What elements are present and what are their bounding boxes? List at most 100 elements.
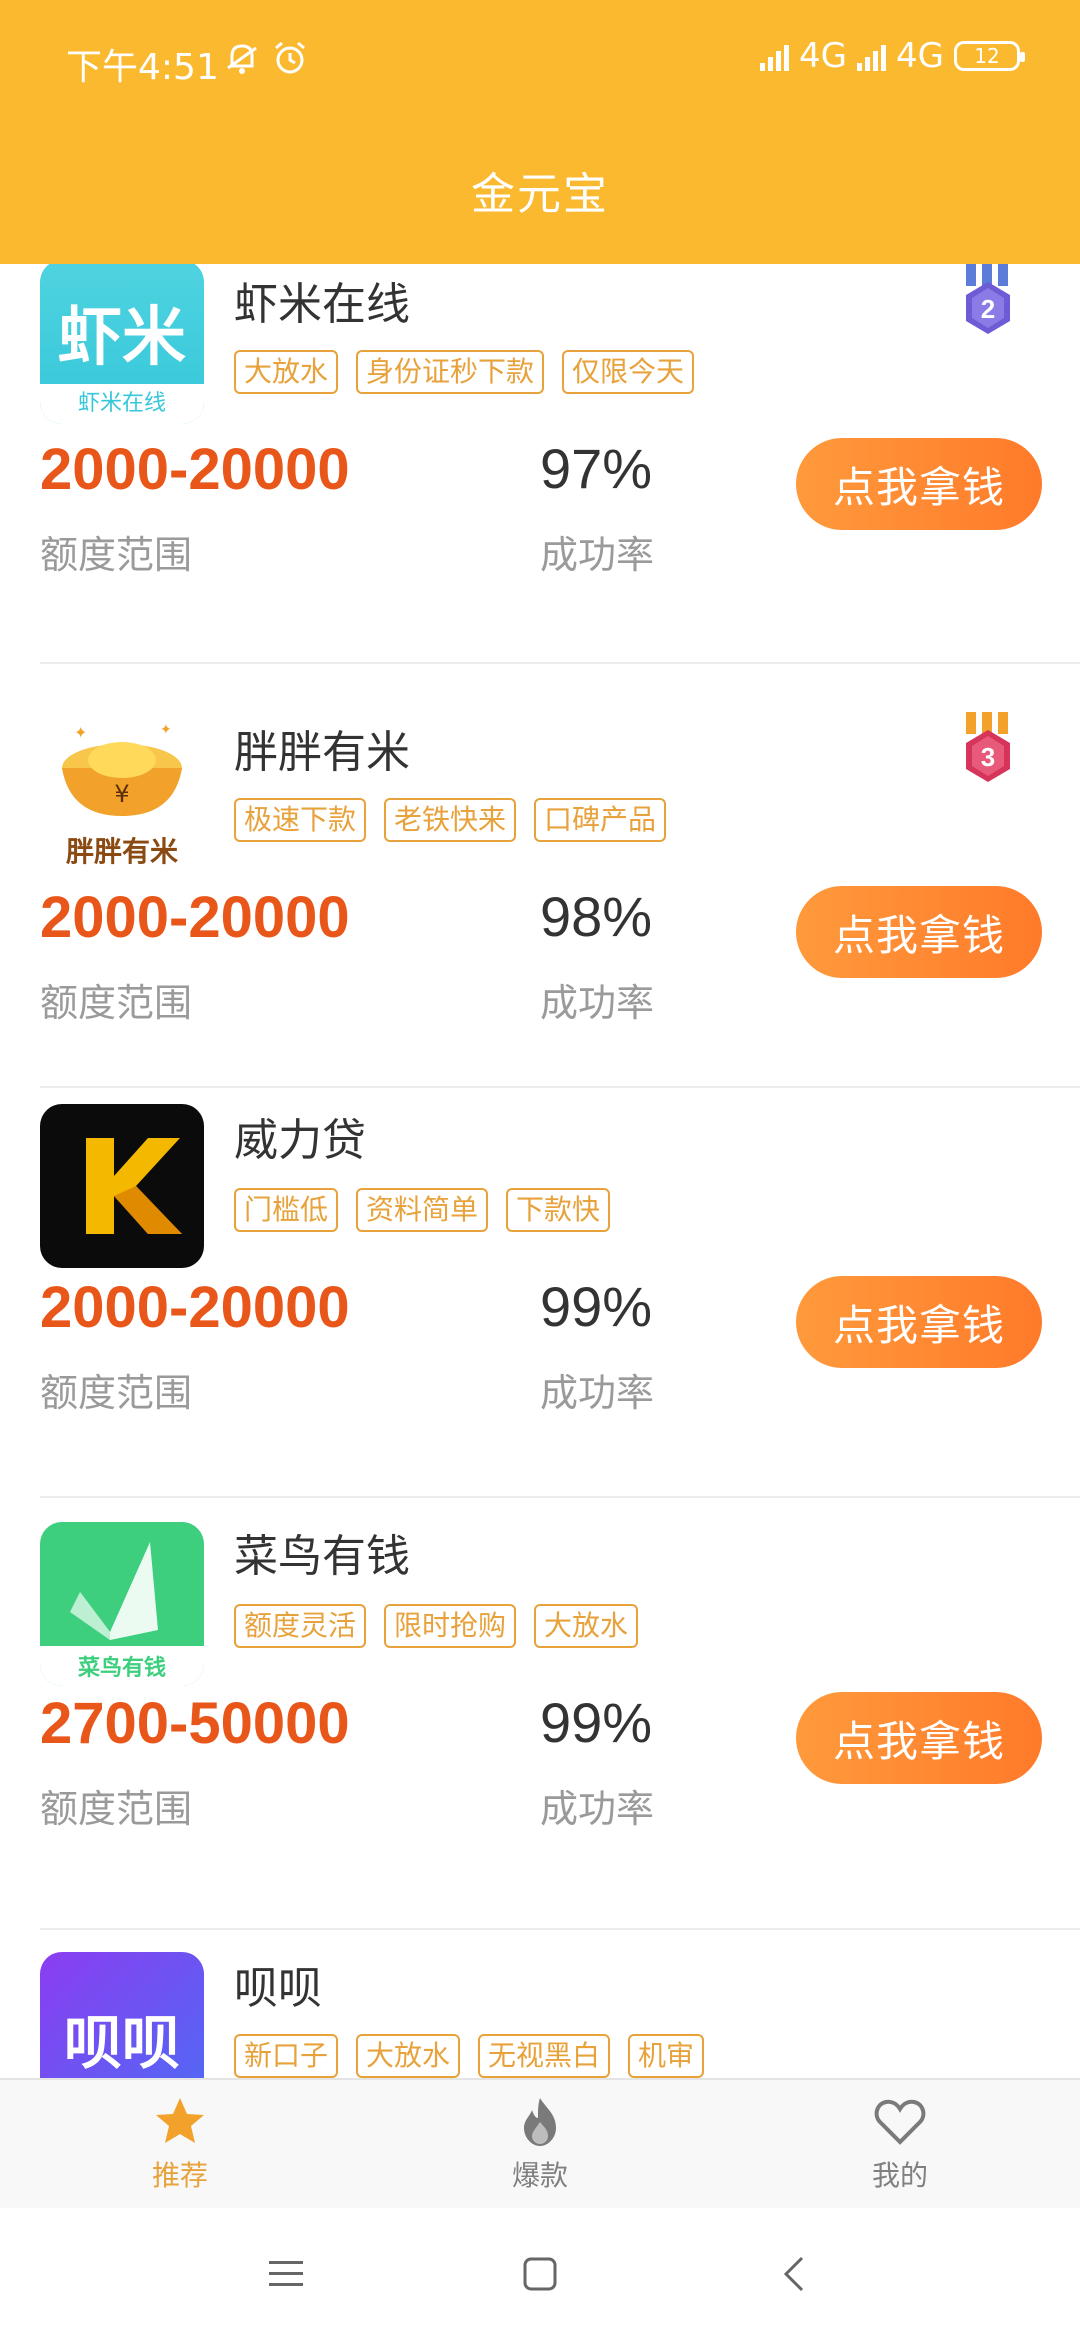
app-header: 下午4:51 4G 4G 12 金元宝 xyxy=(0,0,1080,264)
product-logo-weili xyxy=(40,1104,204,1268)
product-name: 胖胖有米 xyxy=(234,727,410,778)
product-logo-beibei: 呗呗 xyxy=(40,1952,204,2078)
product-tag: 限时抢购 xyxy=(384,1604,517,1648)
product-name: 菜鸟有钱 xyxy=(234,1531,410,1582)
product-logo-cainiao: 菜鸟有钱 xyxy=(40,1522,204,1686)
success-rate-label: 成功率 xyxy=(540,1371,655,1415)
fire-icon xyxy=(524,2098,556,2146)
network-label-1: 4G xyxy=(799,36,848,76)
tab-mine[interactable]: 我的 xyxy=(720,2080,1080,2208)
product-card[interactable]: 呗呗 呗呗 新口子 大放水 无视黑白 机审 xyxy=(0,1930,1080,2078)
product-tag: 口碑产品 xyxy=(534,798,667,842)
credit-range: 2000-20000 xyxy=(40,437,350,502)
svg-text:¥: ¥ xyxy=(114,780,129,808)
credit-range-label: 额度范围 xyxy=(40,533,193,577)
tab-label: 我的 xyxy=(871,2159,928,2192)
credit-range-label: 额度范围 xyxy=(40,1371,193,1415)
logo-text: 菜鸟有钱 xyxy=(77,1656,166,1681)
product-tag: 大放水 xyxy=(234,350,339,394)
page-title: 金元宝 xyxy=(471,169,609,220)
product-card[interactable]: 菜鸟有钱 菜鸟有钱 额度灵活 限时抢购 大放水 2700-50000 额度范围 … xyxy=(0,1498,1080,1930)
gold-ingot-icon: ¥ ✦ ✦ xyxy=(62,722,182,816)
menu-nav-button[interactable] xyxy=(264,2252,308,2296)
product-tag: 门槛低 xyxy=(234,1188,339,1232)
product-tag: 仅限今天 xyxy=(562,350,695,394)
tab-hot[interactable]: 爆款 xyxy=(360,2080,720,2208)
logo-text: 虾米 xyxy=(58,301,186,375)
alarm-icon xyxy=(275,41,305,74)
product-tag: 额度灵活 xyxy=(234,1604,367,1648)
home-square-icon xyxy=(523,2257,557,2291)
product-tag: 下款快 xyxy=(506,1188,611,1232)
k-logo-icon xyxy=(86,1138,182,1234)
credit-range: 2000-20000 xyxy=(40,1275,350,1340)
product-name: 虾米在线 xyxy=(234,279,410,330)
product-name: 威力贷 xyxy=(234,1115,366,1166)
product-tags: 极速下款 老铁快来 口碑产品 xyxy=(234,798,667,842)
tab-label: 爆款 xyxy=(511,2159,568,2192)
success-rate: 99% xyxy=(540,1691,653,1754)
success-rate-label: 成功率 xyxy=(540,1787,655,1831)
credit-range-label: 额度范围 xyxy=(40,1787,193,1831)
success-rate: 97% xyxy=(540,437,653,500)
product-card[interactable]: ¥ ✦ ✦ 胖胖有米 胖胖有米 极速下款 老铁快来 口碑产品 3 2000-20… xyxy=(0,664,1080,1088)
get-money-button[interactable]: 点我拿钱 xyxy=(796,1276,1042,1368)
back-nav-button[interactable] xyxy=(772,2252,816,2296)
get-money-button[interactable]: 点我拿钱 xyxy=(796,438,1042,530)
battery-icon: 12 xyxy=(954,41,1025,71)
svg-text:✦: ✦ xyxy=(74,723,87,742)
success-rate: 99% xyxy=(540,1275,653,1338)
product-tag: 新口子 xyxy=(234,2034,339,2078)
logo-text: 胖胖有米 xyxy=(65,835,178,868)
credit-range: 2700-50000 xyxy=(40,1691,350,1756)
credit-range-label: 额度范围 xyxy=(40,981,193,1025)
home-nav-button[interactable] xyxy=(518,2252,562,2296)
rank-number: 2 xyxy=(981,294,995,324)
signal-icon xyxy=(760,41,790,71)
product-tag: 大放水 xyxy=(356,2034,461,2078)
get-money-button[interactable]: 点我拿钱 xyxy=(796,1692,1042,1784)
signal-icon-2 xyxy=(857,41,887,71)
system-nav-bar xyxy=(0,2208,1080,2340)
product-tags: 额度灵活 限时抢购 大放水 xyxy=(234,1604,639,1648)
product-tag: 机审 xyxy=(628,2034,705,2078)
product-tag: 老铁快来 xyxy=(384,798,517,842)
product-tag: 极速下款 xyxy=(234,798,367,842)
rank-number: 3 xyxy=(981,742,995,772)
tab-label: 推荐 xyxy=(151,2159,208,2192)
status-time: 下午4:51 xyxy=(66,47,219,88)
mute-bell-icon xyxy=(227,44,257,74)
product-tags: 门槛低 资料简单 下款快 xyxy=(234,1188,611,1232)
star-icon xyxy=(156,2098,204,2143)
bottom-tab-bar: 推荐 爆款 我的 xyxy=(0,2078,1080,2208)
credit-range: 2000-20000 xyxy=(40,885,350,950)
status-bar: 下午4:51 4G 4G 12 xyxy=(0,0,1080,118)
logo-subtext: 虾米在线 xyxy=(40,384,204,424)
success-rate-label: 成功率 xyxy=(540,533,655,577)
rank-2-medal-icon: 2 xyxy=(966,264,1010,334)
menu-icon xyxy=(269,2261,303,2286)
product-tag: 资料简单 xyxy=(356,1188,489,1232)
logo-text: 呗呗 xyxy=(63,2009,180,2077)
rank-3-medal-icon: 3 xyxy=(966,712,1010,782)
product-tag: 身份证秒下款 xyxy=(356,350,545,394)
success-rate-label: 成功率 xyxy=(540,981,655,1025)
product-logo-pangpang: ¥ ✦ ✦ 胖胖有米 xyxy=(40,708,204,872)
product-tag: 大放水 xyxy=(534,1604,639,1648)
svg-text:✦: ✦ xyxy=(160,722,172,738)
tab-recommend[interactable]: 推荐 xyxy=(0,2080,360,2208)
product-card[interactable]: 威力贷 门槛低 资料简单 下款快 2000-20000 额度范围 99% 成功率… xyxy=(0,1088,1080,1512)
product-tags: 大放水 身份证秒下款 仅限今天 xyxy=(234,350,695,394)
battery-level: 12 xyxy=(974,44,1000,68)
heart-icon xyxy=(874,2099,926,2145)
back-chevron-icon xyxy=(783,2256,804,2292)
success-rate: 98% xyxy=(540,885,653,948)
status-right: 4G 4G 12 xyxy=(760,36,1025,76)
get-money-button[interactable]: 点我拿钱 xyxy=(796,886,1042,978)
product-name: 呗呗 xyxy=(234,1963,322,2014)
product-card[interactable]: 虾米 虾米在线 虾米在线 大放水 身份证秒下款 仅限今天 2 2000-2000… xyxy=(0,264,1080,664)
product-list[interactable]: 虾米 虾米在线 虾米在线 大放水 身份证秒下款 仅限今天 2 2000-2000… xyxy=(0,264,1080,2078)
network-label-2: 4G xyxy=(896,36,944,76)
product-tags: 新口子 大放水 无视黑白 机审 xyxy=(234,2034,705,2078)
product-logo-ximi: 虾米 虾米在线 xyxy=(40,264,204,424)
